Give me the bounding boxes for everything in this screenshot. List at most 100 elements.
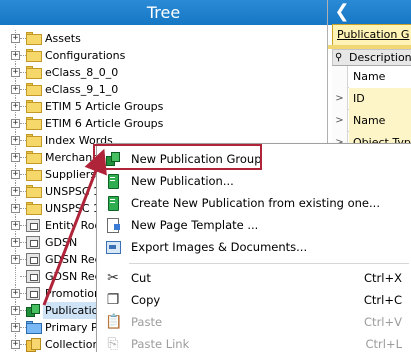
expand-icon[interactable]: +	[11, 340, 20, 349]
menu-item-shortcut: Ctrl+L	[365, 337, 402, 351]
pin-icon[interactable]: ⚲	[335, 52, 345, 64]
menu-item-label: Copy	[131, 293, 161, 307]
collection-icon	[26, 338, 42, 352]
menu-item-create-from-existing[interactable]: Create New Publication from existing one…	[97, 192, 411, 214]
expand-icon[interactable]: +	[11, 119, 20, 128]
folder-icon	[26, 83, 42, 96]
folder-icon	[26, 185, 42, 198]
menu-item-label: Create New Publication from existing one…	[131, 196, 380, 210]
menu-item-new-page-template[interactable]: New Page Template ...	[97, 214, 411, 236]
grid-header: ⚲ Description	[332, 49, 411, 66]
folder-icon	[26, 151, 42, 164]
menu-item-shortcut: Ctrl+V	[364, 315, 402, 329]
expand-icon[interactable]: +	[11, 289, 20, 298]
menu-item-label: New Page Template ...	[131, 218, 259, 232]
property-grid: ⚲ Description Name > ID > Name > Object …	[332, 49, 411, 154]
menu-item-cut[interactable]: ✂ Cut Ctrl+X	[97, 267, 411, 289]
folder-icon	[26, 100, 42, 113]
grid-cell: Name	[349, 66, 411, 88]
expand-icon[interactable]: +	[11, 323, 20, 332]
expand-icon[interactable]: +	[11, 34, 20, 43]
menu-item-export-images[interactable]: Export Images & Documents...	[97, 236, 411, 258]
tree-item[interactable]: + Assets	[0, 30, 327, 47]
menu-item-paste-link[interactable]: ⎘ Paste Link Ctrl+L	[97, 333, 411, 352]
tree-item[interactable]: + Configurations	[0, 47, 327, 64]
menu-item-shortcut: Ctrl+X	[364, 271, 402, 285]
expand-icon[interactable]: +	[11, 238, 20, 247]
copy-icon: ❐	[106, 292, 120, 308]
grid-header-description: Description	[349, 51, 411, 64]
annotation-highlight-box	[93, 144, 262, 170]
expand-icon[interactable]: +	[11, 170, 20, 179]
row-expander-icon	[332, 66, 348, 88]
tree-item[interactable]: + eClass_9_1_0	[0, 81, 327, 98]
tree-item[interactable]: + eClass_8_0_0	[0, 64, 327, 81]
paste-icon: 📋	[105, 314, 123, 330]
folder-icon	[26, 134, 42, 147]
expand-icon[interactable]: +	[11, 306, 20, 315]
blue-folder-icon	[26, 321, 42, 334]
export-icon	[105, 239, 121, 255]
menu-item-paste[interactable]: 📋 Paste Ctrl+V	[97, 311, 411, 333]
tree-item[interactable]: + ETIM 6 Article Groups	[0, 115, 327, 132]
expand-icon[interactable]: +	[11, 68, 20, 77]
expand-icon[interactable]: +	[11, 136, 20, 145]
tree-item-label: eClass_9_1_0	[45, 83, 119, 96]
folder-icon	[26, 66, 42, 79]
expand-icon[interactable]: +	[11, 204, 20, 213]
tree-item-label: Assets	[45, 32, 81, 45]
scissors-icon: ✂	[107, 270, 119, 286]
menu-item-label: Export Images & Documents...	[131, 240, 308, 254]
gdsn-icon	[26, 253, 42, 266]
tree-item-label: eClass_8_0_0	[45, 66, 119, 79]
grid-row[interactable]: > Name	[332, 110, 411, 132]
gdsn-icon	[26, 219, 42, 232]
publication-group-icon	[26, 304, 42, 317]
gdsn-icon	[26, 270, 42, 283]
expand-icon[interactable]: +	[11, 51, 20, 60]
tree-item[interactable]: + ETIM 5 Article Groups	[0, 98, 327, 115]
tree-item-label: Suppliers	[45, 168, 97, 181]
expand-icon[interactable]: +	[11, 187, 20, 196]
folder-icon	[26, 32, 42, 45]
tab-publication-group[interactable]: Publication G	[332, 24, 411, 45]
paste-link-icon: ⎘	[107, 336, 119, 352]
menu-item-new-publication[interactable]: New Publication...	[97, 170, 411, 192]
grid-row[interactable]: > ID	[332, 88, 411, 110]
menu-item-label: New Publication...	[131, 174, 234, 188]
tree-connector	[15, 268, 16, 285]
menu-item-shortcut: Ctrl+C	[363, 293, 402, 307]
folder-icon	[26, 49, 42, 62]
folder-icon	[26, 117, 42, 130]
tree-item-label: Configurations	[45, 49, 126, 62]
folder-icon	[26, 168, 42, 181]
grid-cell: ID	[349, 88, 411, 110]
detail-header: ❮	[328, 0, 411, 25]
menu-separator	[129, 263, 409, 264]
green-document-icon	[105, 195, 121, 211]
grid-cell: Name	[349, 110, 411, 132]
folder-icon	[26, 202, 42, 215]
tree-header-title: Tree	[0, 0, 327, 25]
menu-item-copy[interactable]: ❐ Copy Ctrl+C	[97, 289, 411, 311]
menu-item-label: Cut	[131, 271, 151, 285]
page-template-icon	[105, 217, 121, 233]
row-expander-icon[interactable]: >	[332, 110, 348, 132]
context-menu: New Publication Group New Publication...…	[96, 143, 411, 352]
green-document-icon	[105, 173, 121, 189]
expand-icon[interactable]: +	[11, 85, 20, 94]
row-expander-icon[interactable]: >	[332, 88, 348, 110]
expand-icon[interactable]: +	[11, 102, 20, 111]
expand-icon[interactable]: +	[11, 153, 20, 162]
tree-item-label: GDSN	[45, 236, 78, 249]
tree-item-label: ETIM 5 Article Groups	[45, 100, 164, 113]
collapse-panel-icon[interactable]: ❮	[332, 2, 352, 22]
gdsn-icon	[26, 287, 42, 300]
menu-item-label: Paste Link	[131, 337, 190, 351]
expand-icon[interactable]: +	[11, 255, 20, 264]
grid-row[interactable]: Name	[332, 66, 411, 88]
expand-icon[interactable]: +	[11, 221, 20, 230]
tree-item-label: Primary Pr	[45, 321, 102, 334]
gdsn-icon	[26, 236, 42, 249]
tree-item-label: ETIM 6 Article Groups	[45, 117, 164, 130]
